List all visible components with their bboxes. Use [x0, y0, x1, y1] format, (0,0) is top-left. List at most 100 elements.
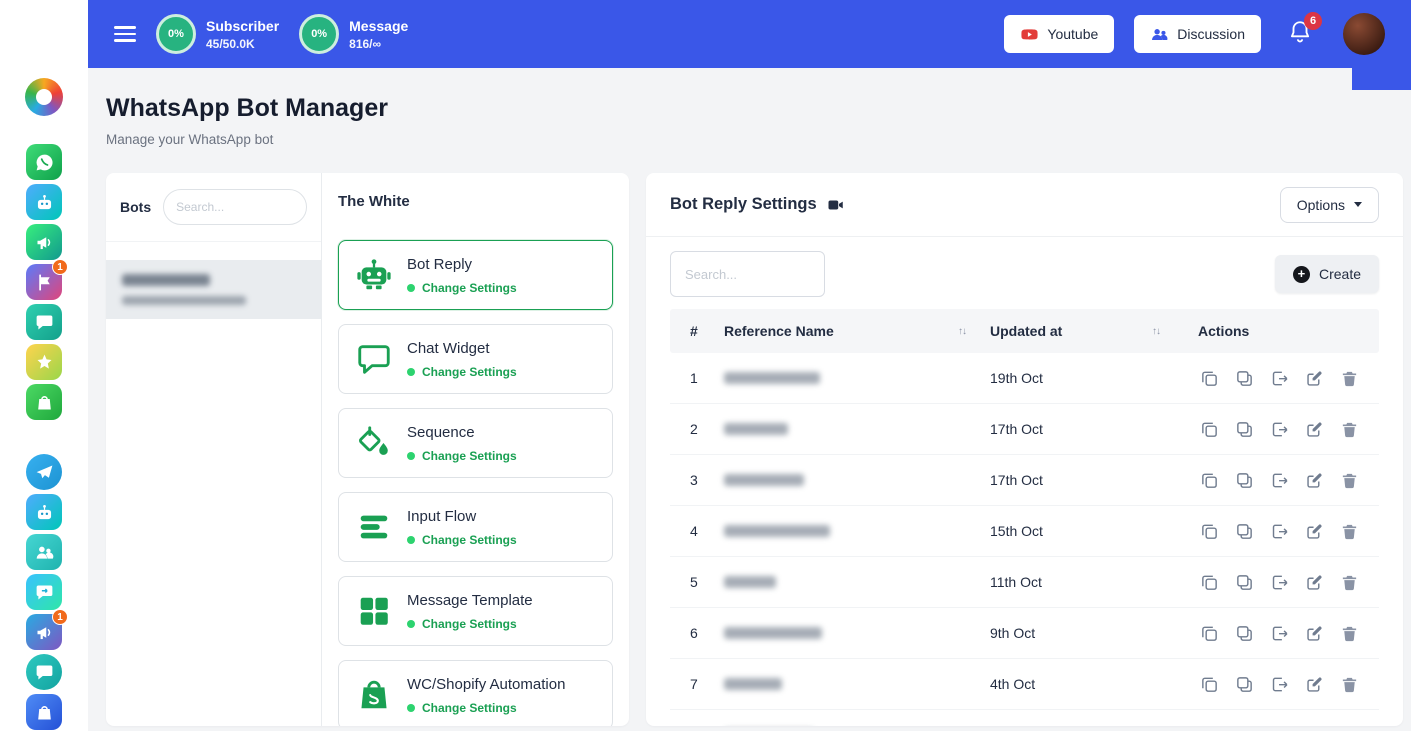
whatsapp-shop-icon[interactable] [26, 384, 62, 420]
video-camera-icon[interactable] [827, 196, 845, 214]
telegram-bot-icon[interactable] [26, 494, 62, 530]
col-header-actions: Actions [1176, 309, 1379, 353]
telegram-chat-icon[interactable] [26, 654, 62, 690]
reference-name-cell [716, 613, 982, 653]
row-number: 8 [670, 713, 716, 726]
whatsapp-bot-icon[interactable] [26, 184, 62, 220]
col-header-number: # [670, 309, 716, 353]
delete-button[interactable] [1338, 724, 1360, 726]
updated-at-cell [982, 721, 1176, 726]
youtube-button-label: Youtube [1047, 26, 1098, 42]
duplicate-button[interactable] [1233, 367, 1255, 389]
table-header-row: # Reference Name ↑↓ Updated at ↑↓ Action… [670, 309, 1379, 353]
user-avatar[interactable] [1343, 13, 1385, 55]
delete-icon [1340, 675, 1359, 694]
setting-card-wc-shopify-automation[interactable]: WC/Shopify AutomationChange Settings [338, 660, 613, 726]
delete-button[interactable] [1338, 622, 1360, 644]
copy-button[interactable] [1198, 418, 1220, 440]
duplicate-button[interactable] [1233, 520, 1255, 542]
sort-icon[interactable]: ↑↓ [958, 326, 974, 337]
setting-card-input-flow[interactable]: Input FlowChange Settings [338, 492, 613, 562]
export-button[interactable] [1268, 622, 1290, 644]
whatsapp-campaign-icon[interactable]: 1 [26, 264, 62, 300]
delete-button[interactable] [1338, 469, 1360, 491]
setting-card-message-template[interactable]: Message TemplateChange Settings [338, 576, 613, 646]
delete-button[interactable] [1338, 571, 1360, 593]
change-settings-link[interactable]: Change Settings [407, 617, 533, 631]
duplicate-button[interactable] [1233, 724, 1255, 726]
edit-button[interactable] [1303, 571, 1325, 593]
edit-button[interactable] [1303, 520, 1325, 542]
export-button[interactable] [1268, 469, 1290, 491]
page-subtitle: Manage your WhatsApp bot [106, 132, 1403, 147]
create-button[interactable]: + Create [1275, 255, 1379, 293]
subscriber-value: 45/50.0K [206, 37, 279, 51]
whatsapp-broadcast-icon[interactable] [26, 224, 62, 260]
change-settings-label: Change Settings [422, 281, 517, 295]
setting-card-sequence[interactable]: SequenceChange Settings [338, 408, 613, 478]
edit-button[interactable] [1303, 622, 1325, 644]
youtube-button[interactable]: Youtube [1004, 15, 1114, 53]
telegram-members-icon[interactable] [26, 534, 62, 570]
copy-button[interactable] [1198, 673, 1220, 695]
export-button[interactable] [1268, 367, 1290, 389]
telegram-icon[interactable] [26, 454, 62, 490]
change-settings-link[interactable]: Change Settings [407, 449, 517, 463]
change-settings-link[interactable]: Change Settings [407, 533, 517, 547]
edit-button[interactable] [1303, 469, 1325, 491]
export-button[interactable] [1268, 673, 1290, 695]
edit-button[interactable] [1303, 724, 1325, 726]
telegram-chat-sync-icon[interactable] [26, 574, 62, 610]
options-dropdown-button[interactable]: Options [1280, 187, 1379, 223]
duplicate-button[interactable] [1233, 469, 1255, 491]
copy-button[interactable] [1198, 571, 1220, 593]
whatsapp-icon[interactable] [26, 144, 62, 180]
export-button[interactable] [1268, 571, 1290, 593]
copy-button[interactable] [1198, 622, 1220, 644]
copy-button[interactable] [1198, 520, 1220, 542]
whatsapp-chat-icon[interactable] [26, 304, 62, 340]
table-row: 69th Oct [670, 608, 1379, 659]
copy-button[interactable] [1198, 724, 1220, 726]
whatsapp-integrations-icon[interactable] [26, 344, 62, 380]
edit-icon [1305, 471, 1324, 490]
sort-icon[interactable]: ↑↓ [1152, 326, 1168, 337]
delete-button[interactable] [1338, 418, 1360, 440]
delete-button[interactable] [1338, 673, 1360, 695]
bot-list-item-selected[interactable] [106, 260, 321, 319]
duplicate-button[interactable] [1233, 673, 1255, 695]
edit-button[interactable] [1303, 673, 1325, 695]
export-icon [1270, 522, 1289, 541]
setting-card-bot-reply[interactable]: Bot ReplyChange Settings [338, 240, 613, 310]
notifications-button[interactable]: 6 [1287, 19, 1313, 50]
edit-button[interactable] [1303, 367, 1325, 389]
setting-card-chat-widget[interactable]: Chat WidgetChange Settings [338, 324, 613, 394]
redacted-reference-name [724, 576, 776, 588]
app-logo[interactable] [25, 78, 63, 116]
menu-toggle-icon[interactable] [114, 22, 136, 46]
delete-button[interactable] [1338, 520, 1360, 542]
duplicate-button[interactable] [1233, 622, 1255, 644]
copy-button[interactable] [1198, 469, 1220, 491]
export-button[interactable] [1268, 520, 1290, 542]
change-settings-link[interactable]: Change Settings [407, 701, 565, 715]
delete-icon [1340, 624, 1359, 643]
bots-search-input[interactable] [163, 189, 307, 225]
duplicate-button[interactable] [1233, 418, 1255, 440]
duplicate-button[interactable] [1233, 571, 1255, 593]
discussion-button[interactable]: Discussion [1134, 15, 1261, 53]
edit-button[interactable] [1303, 418, 1325, 440]
export-button[interactable] [1268, 724, 1290, 726]
reference-name-cell [716, 511, 982, 551]
copy-button[interactable] [1198, 367, 1220, 389]
export-button[interactable] [1268, 418, 1290, 440]
delete-button[interactable] [1338, 367, 1360, 389]
setting-card-body: Message TemplateChange Settings [407, 592, 533, 631]
change-settings-link[interactable]: Change Settings [407, 365, 517, 379]
change-settings-link[interactable]: Change Settings [407, 281, 517, 295]
telegram-campaign-icon[interactable]: 1 [26, 614, 62, 650]
telegram-shop-icon[interactable] [26, 694, 62, 730]
setting-card-body: SequenceChange Settings [407, 424, 517, 463]
reply-search-input[interactable] [670, 251, 825, 297]
status-dot-icon [407, 704, 415, 712]
